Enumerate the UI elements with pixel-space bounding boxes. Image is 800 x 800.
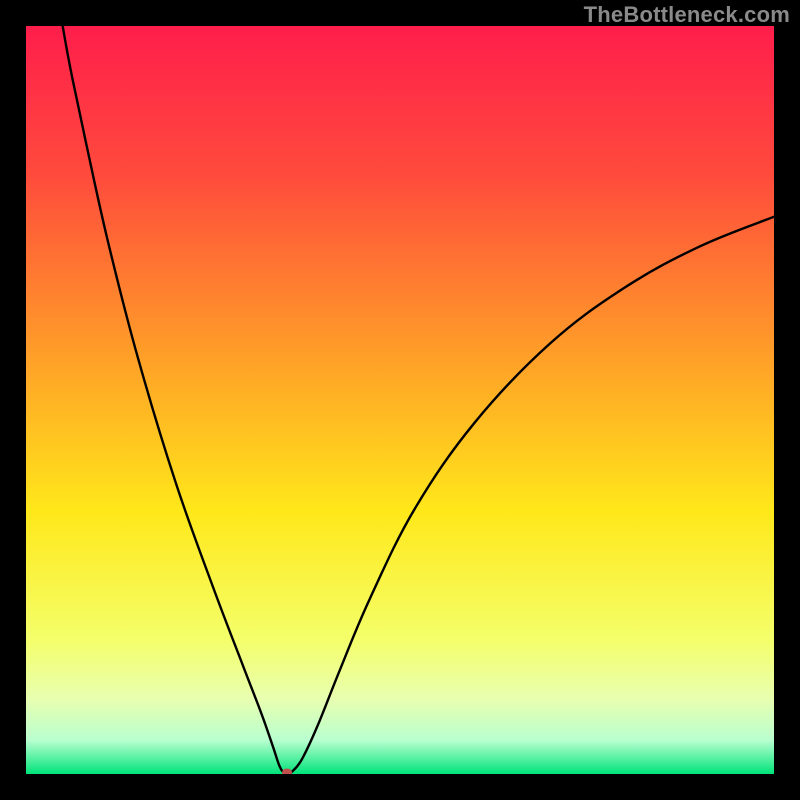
chart-background — [26, 26, 774, 774]
chart-frame: TheBottleneck.com — [0, 0, 800, 800]
watermark-text: TheBottleneck.com — [584, 2, 790, 28]
chart-plot-area — [26, 26, 774, 774]
chart-svg — [26, 26, 774, 774]
